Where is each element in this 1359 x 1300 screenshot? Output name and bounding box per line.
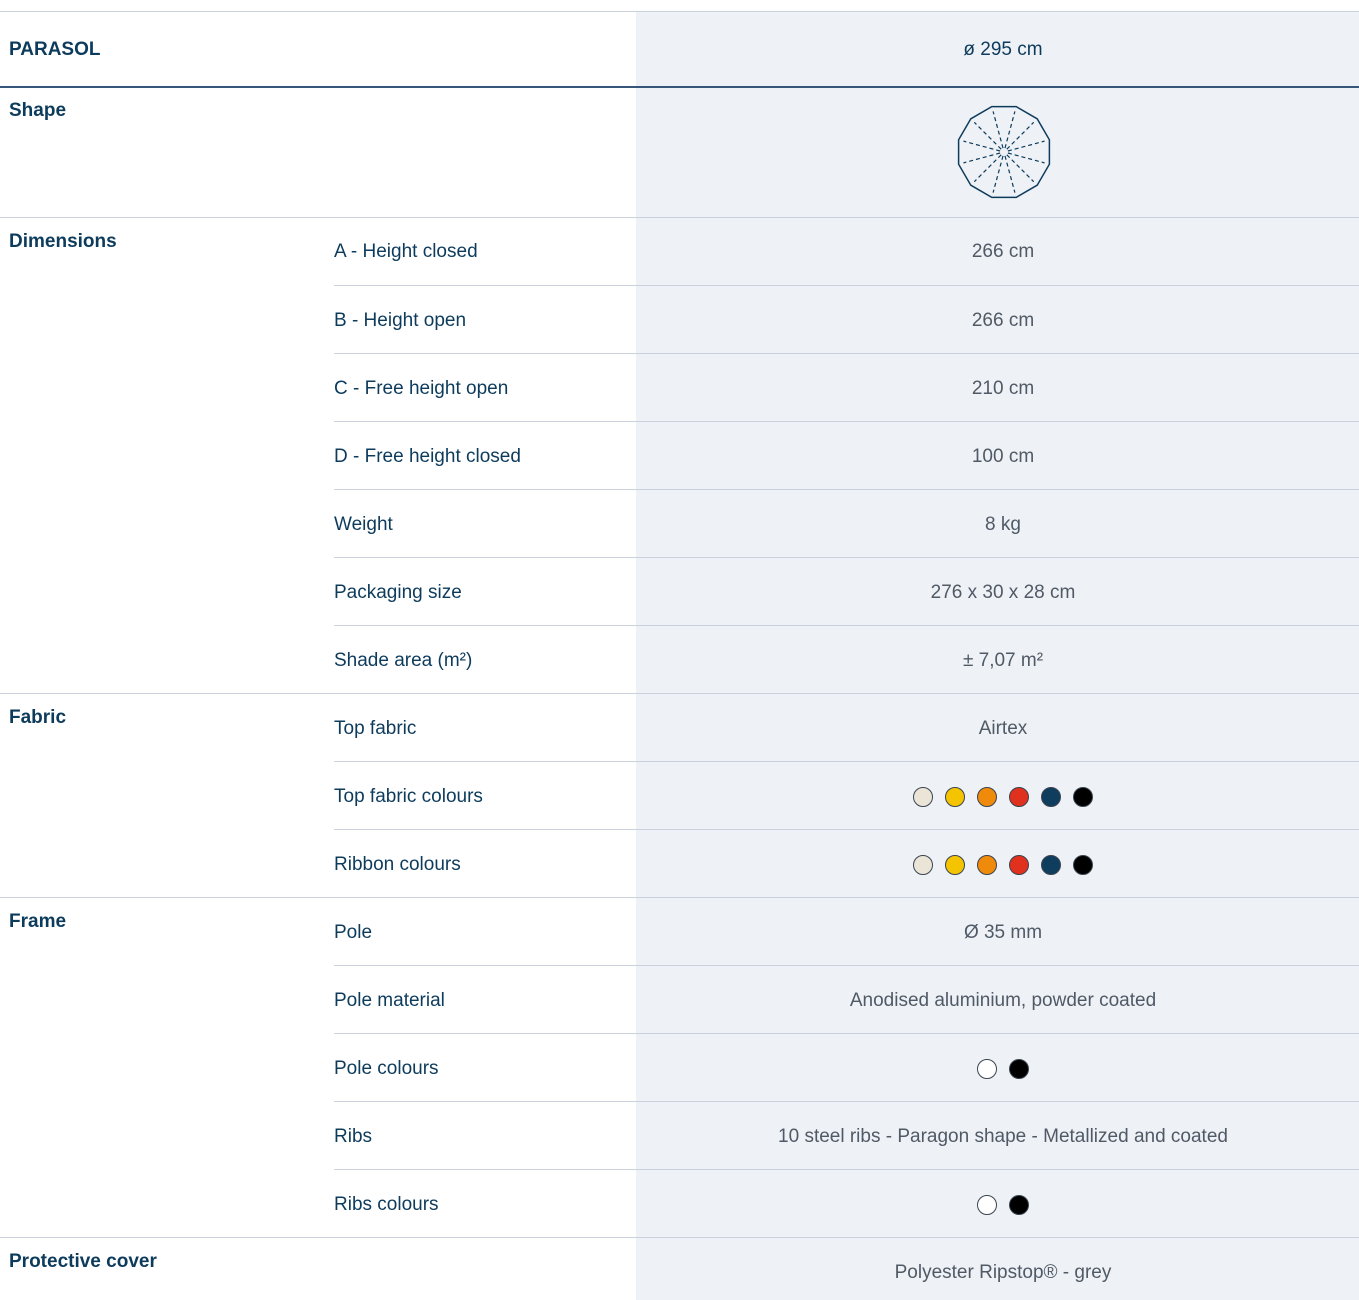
- divider: [334, 285, 1359, 286]
- top-fabric-colours-label: Top fabric colours: [334, 786, 483, 807]
- divider: [334, 353, 1359, 354]
- divider: [0, 897, 1359, 898]
- divider: [334, 965, 1359, 966]
- divider: [0, 693, 1359, 694]
- shape-category: Shape: [9, 100, 67, 121]
- divider: [334, 557, 1359, 558]
- top-fabric-label: Top fabric: [334, 718, 417, 739]
- colour-swatch: [1041, 787, 1061, 807]
- colour-swatch: [1073, 787, 1093, 807]
- colour-swatch: [977, 855, 997, 875]
- divider: [334, 421, 1359, 422]
- dim-value: 100 cm: [971, 446, 1035, 467]
- dimensions-category: Dimensions: [9, 231, 117, 252]
- protective-cover-category: Protective cover: [9, 1251, 157, 1272]
- dim-value: 266 cm: [971, 310, 1035, 331]
- dim-value: 276 x 30 x 28 cm: [930, 582, 1076, 603]
- dim-label: D - Free height closed: [334, 446, 521, 467]
- divider: [334, 1033, 1359, 1034]
- top-fabric-colour-swatches: [636, 787, 1359, 807]
- divider: [334, 625, 1359, 626]
- colour-swatch: [913, 787, 933, 807]
- dim-label: B - Height open: [334, 310, 467, 331]
- ribs-label: Ribs: [334, 1126, 373, 1147]
- pole-label: Pole: [334, 922, 373, 943]
- ribs-colour-swatches: [636, 1195, 1359, 1215]
- pole-colours-label: Pole colours: [334, 1058, 439, 1079]
- dodecagon-parasol-shape-icon: [957, 105, 1051, 199]
- colour-swatch: [1073, 855, 1093, 875]
- colour-swatch: [977, 787, 997, 807]
- parasol-diameter: ø 295 cm: [963, 39, 1043, 60]
- colour-swatch: [977, 1059, 997, 1079]
- parasol-title: PARASOL: [9, 39, 101, 60]
- colour-swatch: [1009, 1195, 1029, 1215]
- dim-label: A - Height closed: [334, 241, 478, 262]
- frame-category: Frame: [9, 911, 67, 932]
- divider: [334, 1169, 1359, 1170]
- divider: [0, 86, 1359, 88]
- dim-value: ± 7,07 m²: [962, 650, 1044, 671]
- pole-material-value: Anodised aluminium, powder coated: [849, 990, 1157, 1011]
- ribs-colours-label: Ribs colours: [334, 1194, 439, 1215]
- divider: [334, 829, 1359, 830]
- ribs-value: 10 steel ribs - Paragon shape - Metalliz…: [778, 1126, 1228, 1147]
- colour-swatch: [977, 1195, 997, 1215]
- colour-swatch: [913, 855, 933, 875]
- pole-material-label: Pole material: [334, 990, 445, 1011]
- dim-value: 266 cm: [971, 241, 1035, 262]
- divider: [0, 1237, 1359, 1238]
- ribbon-colours-label: Ribbon colours: [334, 854, 461, 875]
- divider: [0, 11, 1359, 12]
- divider: [334, 489, 1359, 490]
- colour-swatch: [1009, 787, 1029, 807]
- dim-label: C - Free height open: [334, 378, 509, 399]
- pole-value: Ø 35 mm: [963, 922, 1043, 943]
- dim-label: Packaging size: [334, 582, 462, 603]
- colour-swatch: [1009, 855, 1029, 875]
- top-fabric-value: Airtex: [978, 718, 1028, 739]
- colour-swatch: [945, 787, 965, 807]
- dim-label: Shade area (m²): [334, 650, 473, 671]
- dim-value: 210 cm: [971, 378, 1035, 399]
- ribbon-colour-swatches: [636, 855, 1359, 875]
- divider: [0, 217, 1359, 218]
- colour-swatch: [1009, 1059, 1029, 1079]
- colour-swatch: [945, 855, 965, 875]
- protective-cover-value: Polyester Ripstop® - grey: [894, 1262, 1112, 1283]
- dim-value: 8 kg: [985, 514, 1021, 535]
- fabric-category: Fabric: [9, 707, 67, 728]
- divider: [334, 1101, 1359, 1102]
- colour-swatch: [1041, 855, 1061, 875]
- divider: [334, 761, 1359, 762]
- dim-label: Weight: [334, 514, 393, 535]
- pole-colour-swatches: [636, 1059, 1359, 1079]
